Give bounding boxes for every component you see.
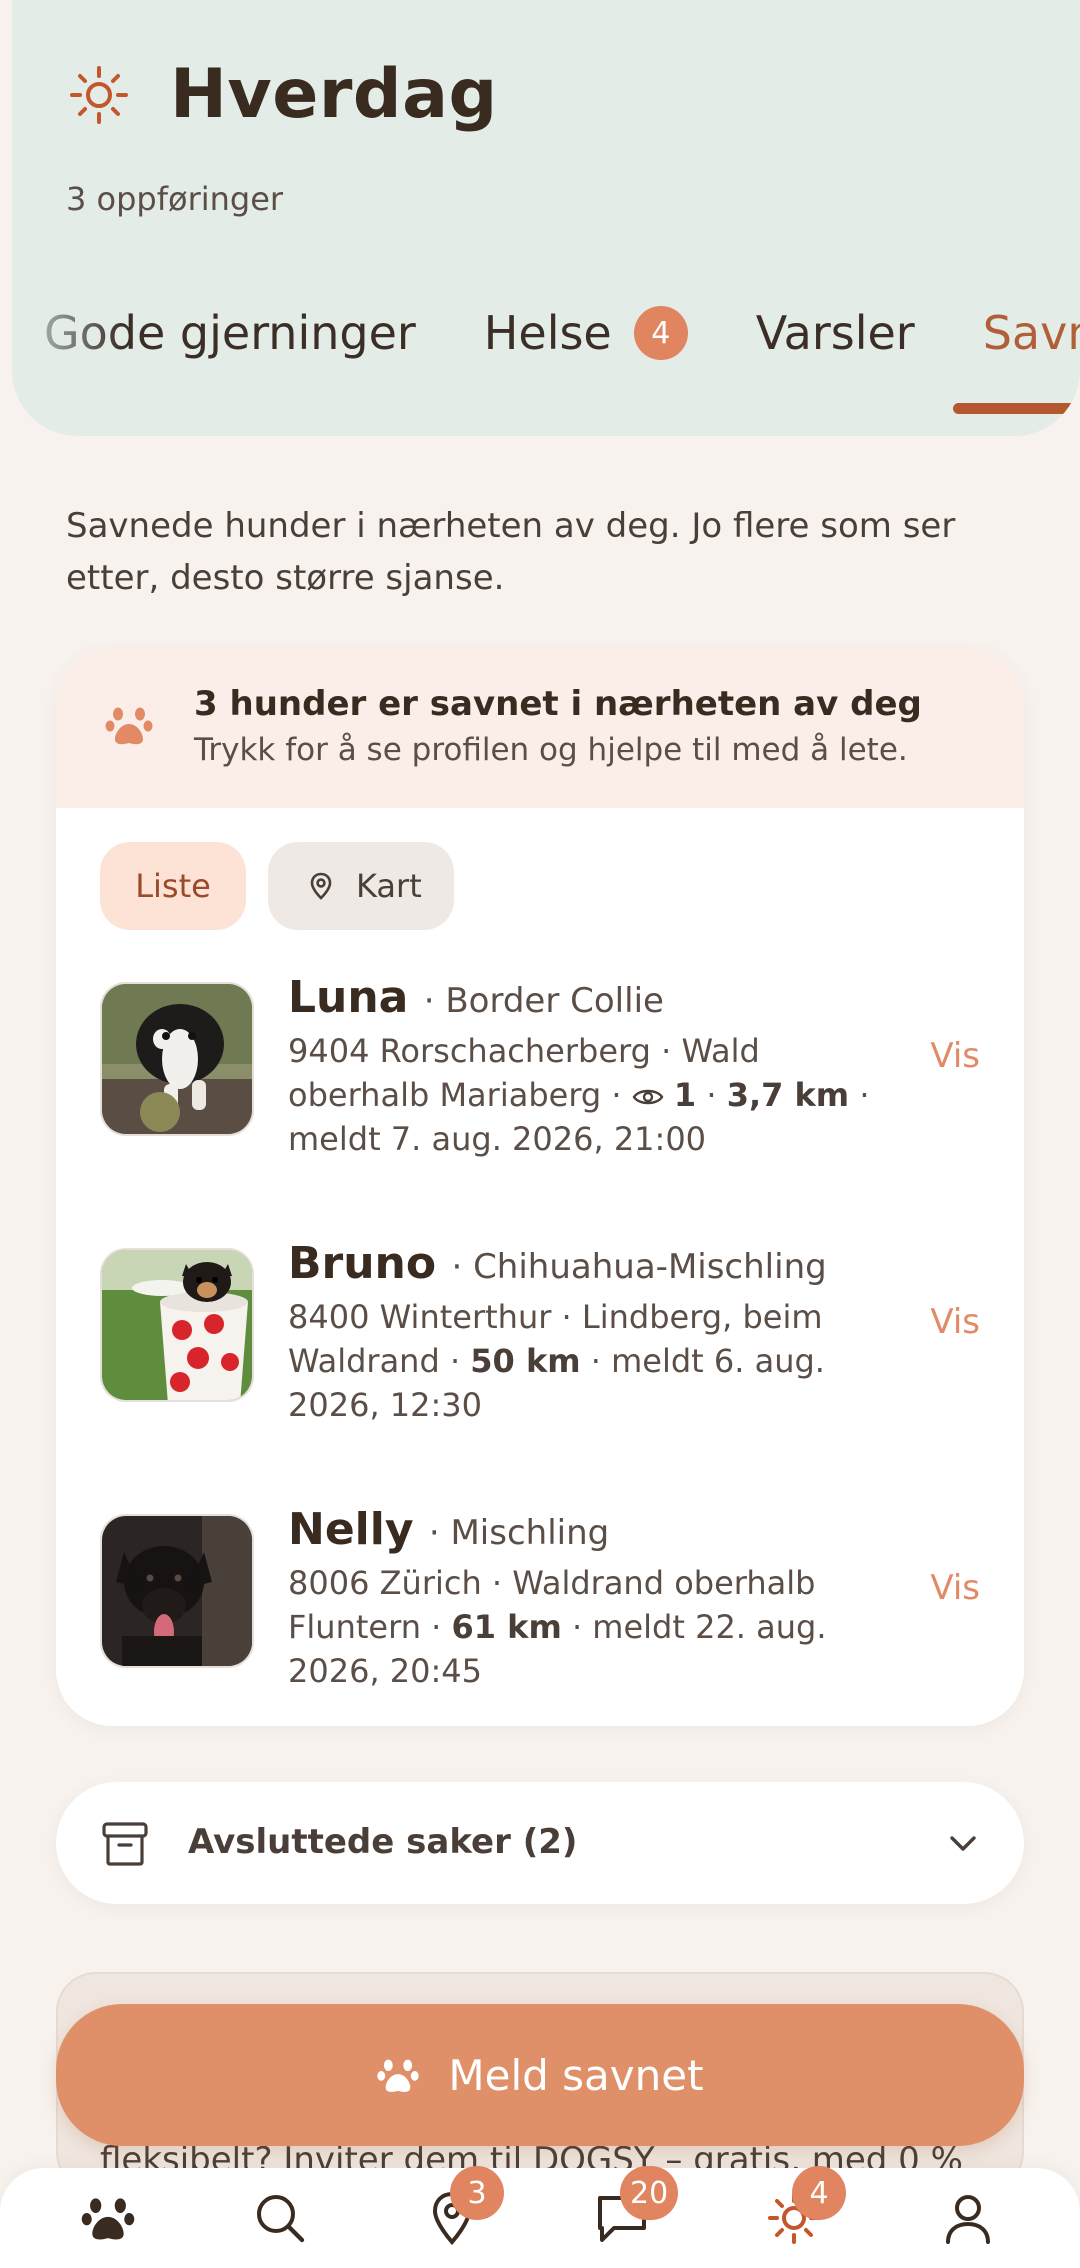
closed-cases-label: Avsluttede saker (2): [188, 1822, 578, 1862]
dog-photo: [100, 1248, 254, 1402]
search-icon: [257, 2195, 305, 2243]
nav-home[interactable]: [80, 2190, 140, 2250]
header: Hverdag 3 oppføringer Gode gjerninger He…: [12, 0, 1080, 436]
page: Hverdag 3 oppføringer Gode gjerninger He…: [0, 0, 1080, 2268]
dog-name: Luna: [288, 972, 409, 1023]
tab-label: Helse: [483, 306, 612, 360]
missing-banner[interactable]: 3 hunder er savnet i nærheten av deg Try…: [56, 648, 1024, 808]
dog-photo: [100, 1514, 254, 1668]
tab-badge: 4: [633, 306, 688, 360]
tab-label: Savne: [982, 306, 1080, 360]
tab-missing[interactable]: Savne: [983, 306, 1080, 360]
paw-icon: [81, 2198, 135, 2240]
view-button[interactable]: Vis: [930, 1302, 980, 1342]
list-item[interactable]: Bruno · Chihuahua-Mischling 8400 Wintert…: [100, 1238, 980, 1438]
chevron-down-icon: [950, 1836, 976, 1851]
view-list-button[interactable]: Liste: [100, 842, 246, 930]
dog-distance: 50 km: [470, 1342, 581, 1380]
intro-text: Savnede hunder i nærheten av deg. Jo fle…: [66, 506, 956, 598]
missing-dogs-card: 3 hunder er savnet i nærheten av deg Try…: [56, 648, 1024, 1726]
dog-photo: [100, 982, 254, 1136]
view-map-label: Kart: [356, 867, 422, 905]
closed-cases-accordion[interactable]: Avsluttede saker (2): [56, 1782, 1024, 1904]
report-missing-button[interactable]: Meld savnet: [56, 2004, 1024, 2146]
nav-badge: 4: [792, 2166, 846, 2220]
dog-name: Bruno: [288, 1238, 437, 1289]
user-icon: [946, 2195, 990, 2244]
active-tab-indicator: [953, 403, 1080, 414]
paw-icon: [377, 2059, 420, 2092]
page-title: Hverdag: [170, 55, 498, 134]
tab-bar: Gode gjerninger Helse 4 Varsler Savne: [44, 306, 1080, 360]
tab-label: Gode gjerninger: [44, 306, 416, 360]
view-button[interactable]: Vis: [930, 1568, 980, 1608]
eye-icon: [632, 1089, 664, 1105]
view-button[interactable]: Vis: [930, 1036, 980, 1076]
missing-banner-subtitle: Trykk for å se profilen og hjelpe til me…: [194, 732, 908, 768]
tab-alerts[interactable]: Varsler: [756, 306, 915, 360]
nav-badge: 3: [450, 2166, 504, 2220]
dog-breed: · Border Collie: [423, 981, 664, 1021]
map-pin-icon: [310, 872, 332, 900]
dog-distance: 3,7 km: [726, 1076, 850, 1114]
entry-count: 3 oppføringer: [66, 180, 284, 218]
dog-distance: 61 km: [451, 1608, 562, 1646]
title-row: Hverdag: [68, 55, 498, 134]
nav-everyday[interactable]: 4: [766, 2166, 846, 2250]
dog-breed: · Mischling: [428, 1513, 610, 1553]
dog-name: Nelly: [288, 1504, 414, 1555]
report-missing-label: Meld savnet: [448, 2050, 704, 2100]
view-map-button[interactable]: Kart: [268, 842, 454, 930]
tab-good-deeds[interactable]: Gode gjerninger: [44, 306, 416, 360]
nav-map[interactable]: 3: [424, 2166, 504, 2250]
archive-icon: [102, 1822, 148, 1866]
nav-badge: 20: [620, 2166, 679, 2220]
nav-profile[interactable]: [940, 2190, 1000, 2250]
nav-messages[interactable]: 20: [594, 2166, 679, 2250]
paw-icon: [105, 707, 153, 745]
tab-health[interactable]: Helse 4: [484, 306, 688, 360]
dog-breed: · Chihuahua-Mischling: [451, 1247, 827, 1287]
sun-icon: [70, 65, 128, 124]
missing-banner-title: 3 hunder er savnet i nærheten av deg: [194, 684, 922, 724]
tab-label: Varsler: [755, 306, 915, 360]
dog-info: Bruno · Chihuahua-Mischling 8400 Wintert…: [288, 1238, 908, 1427]
list-item[interactable]: Luna · Border Collie 9404 Rorschacherber…: [100, 972, 980, 1172]
view-count: 1: [673, 1076, 697, 1114]
nav-search[interactable]: [252, 2190, 312, 2250]
bottom-nav: 3 20 4: [0, 2166, 1080, 2268]
list-item[interactable]: Nelly · Mischling 8006 Zürich · Waldrand…: [100, 1504, 980, 1704]
dog-info: Luna · Border Collie 9404 Rorschacherber…: [288, 972, 870, 1158]
dog-info: Nelly · Mischling 8006 Zürich · Waldrand…: [288, 1504, 908, 1693]
